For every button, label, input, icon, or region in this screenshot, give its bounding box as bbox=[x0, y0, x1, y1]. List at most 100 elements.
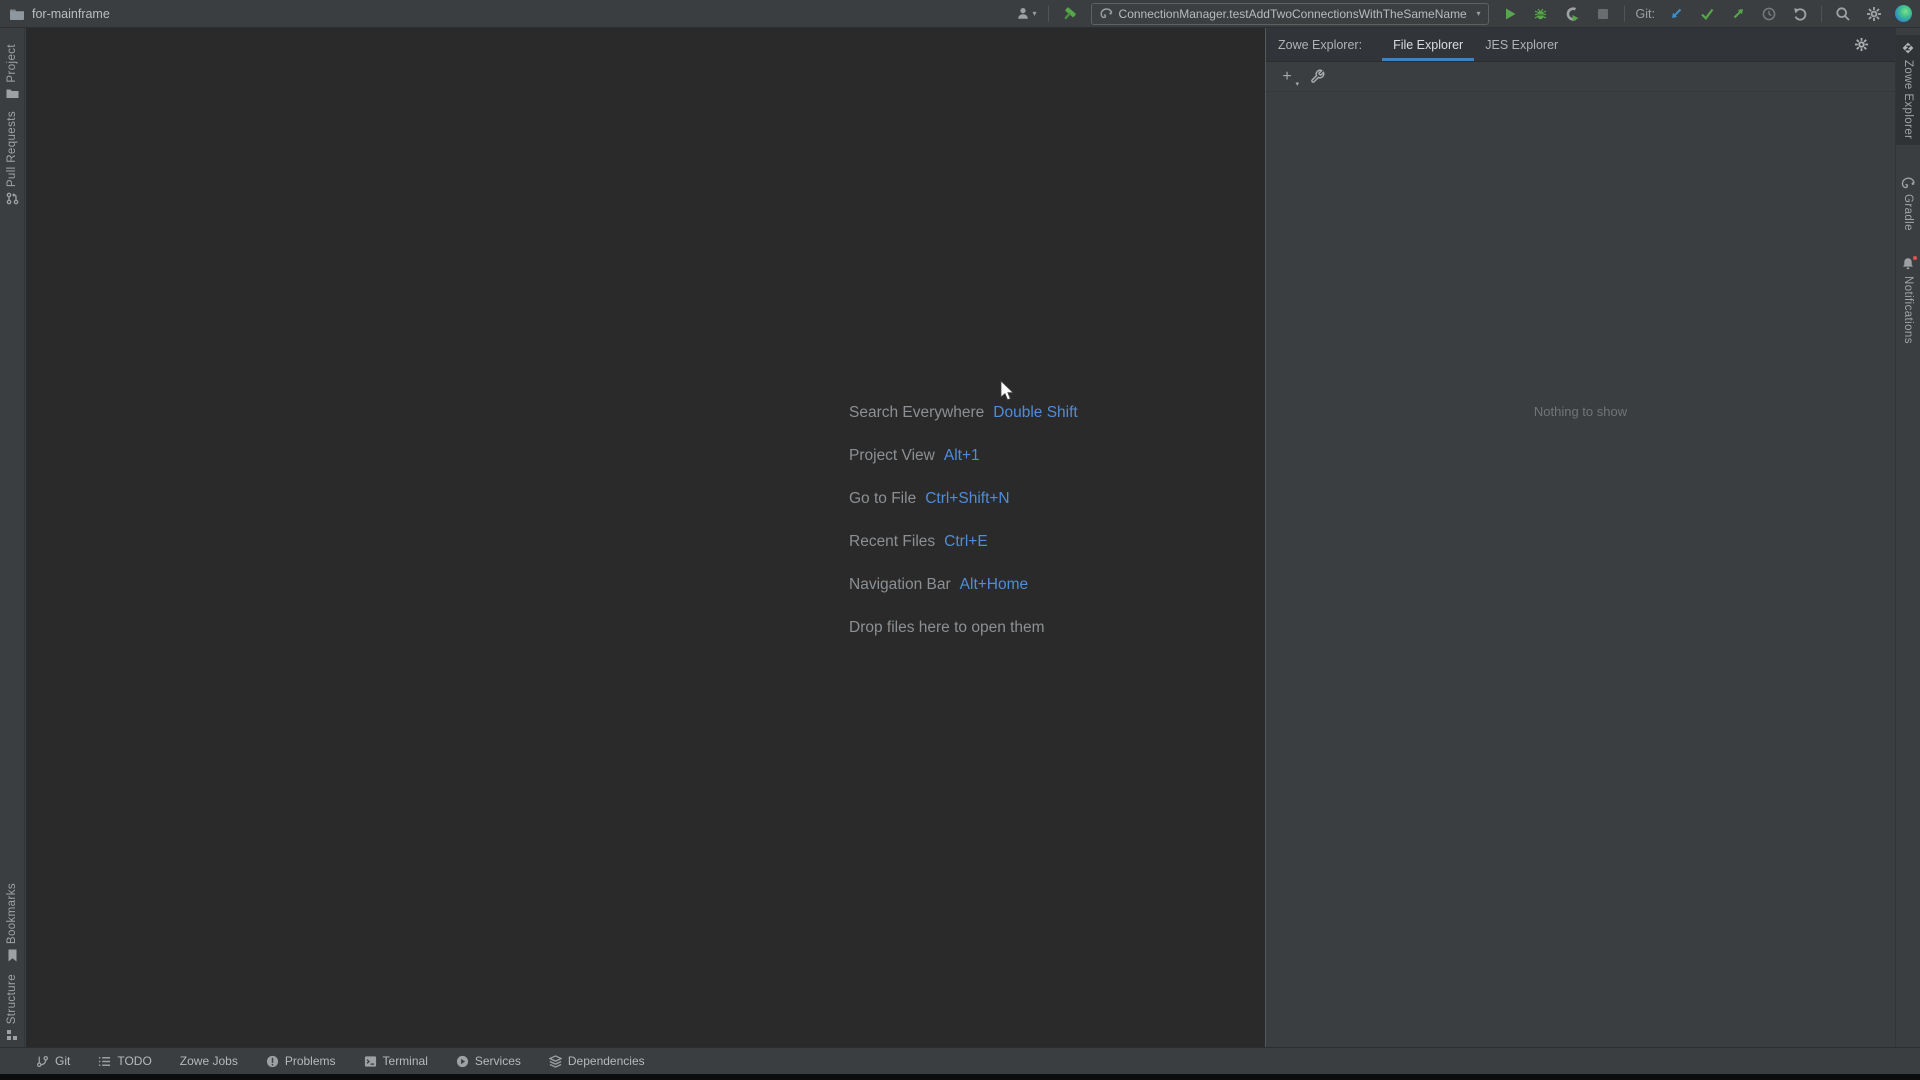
hint-row: Search Everywhere Double Shift bbox=[849, 391, 1078, 434]
sidebar-item-zowe-explorer[interactable]: Zowe Explorer bbox=[1895, 35, 1920, 146]
hint-label: Search Everywhere bbox=[849, 403, 985, 421]
sidebar-item-notifications[interactable]: Notifications bbox=[1896, 251, 1920, 350]
shortcut-hints: Search Everywhere Double Shift Project V… bbox=[849, 391, 1078, 649]
search-everywhere-icon[interactable] bbox=[1833, 4, 1853, 24]
run-configuration-select[interactable]: ConnectionManager.testAddTwoConnectionsW… bbox=[1090, 2, 1489, 25]
run-coverage-button[interactable] bbox=[1562, 4, 1582, 24]
hint-row: Recent Files Ctrl+E bbox=[849, 520, 1078, 563]
hint-label: Project View bbox=[849, 446, 935, 464]
hint-shortcut: Ctrl+Shift+N bbox=[925, 489, 1010, 507]
bookmarks-stripe-label: Bookmarks bbox=[6, 882, 18, 944]
user-icon bbox=[1017, 8, 1028, 19]
structure-stripe-label: Structure bbox=[6, 973, 18, 1024]
panel-toolbar: + ▾ bbox=[1266, 62, 1895, 92]
statusbar-item-services[interactable]: Services bbox=[442, 1048, 535, 1074]
hint-shortcut: Alt+Home bbox=[959, 575, 1029, 593]
wrench-settings-icon[interactable] bbox=[1310, 69, 1325, 84]
build-hammer-icon[interactable] bbox=[1060, 4, 1080, 24]
toolbar-separator bbox=[1623, 5, 1625, 22]
bookmark-icon bbox=[8, 949, 16, 962]
debug-button[interactable] bbox=[1531, 4, 1551, 24]
mouse-cursor bbox=[1000, 380, 1015, 403]
git-branch-icon bbox=[36, 1055, 49, 1067]
sidebar-item-bookmarks[interactable]: Bookmarks bbox=[0, 877, 25, 968]
hint-label: Recent Files bbox=[849, 532, 936, 550]
toolbar-separator bbox=[1047, 5, 1049, 22]
sidebar-item-pull-requests[interactable]: Pull Requests bbox=[0, 105, 25, 211]
panel-header: Zowe Explorer: File Explorer JES Explore… bbox=[1266, 28, 1895, 62]
add-connection-button[interactable]: + ▾ bbox=[1279, 67, 1299, 88]
statusbar-label: Terminal bbox=[382, 1054, 428, 1068]
statusbar-item-problems[interactable]: Problems bbox=[252, 1048, 350, 1074]
tab-jes-explorer[interactable]: JES Explorer bbox=[1474, 28, 1569, 61]
hint-shortcut: Alt+1 bbox=[943, 446, 980, 464]
statusbar-item-git[interactable]: Git bbox=[22, 1048, 84, 1074]
dependencies-icon bbox=[548, 1054, 562, 1068]
caret-down-icon: ▾ bbox=[1476, 8, 1481, 18]
project-stripe-label: Project bbox=[6, 44, 18, 83]
tab-file-explorer[interactable]: File Explorer bbox=[1382, 28, 1474, 61]
user-dropdown-button[interactable]: ▾ bbox=[1016, 4, 1037, 24]
left-tool-stripe: Project Pull Requests Bookmarks Structur… bbox=[0, 28, 25, 1047]
settings-gear-icon[interactable] bbox=[1864, 4, 1884, 24]
user-avatar-icon[interactable] bbox=[1895, 5, 1912, 22]
pull-requests-stripe-label: Pull Requests bbox=[6, 110, 18, 187]
toolbar-separator bbox=[1821, 5, 1822, 22]
structure-icon bbox=[7, 1030, 17, 1040]
tab-label: File Explorer bbox=[1393, 37, 1464, 52]
plus-icon: + bbox=[1282, 67, 1292, 85]
gradle-icon bbox=[1100, 8, 1112, 19]
statusbar-label: Services bbox=[474, 1054, 521, 1068]
sidebar-item-gradle[interactable]: Gradle bbox=[1896, 171, 1920, 237]
git-push-button[interactable] bbox=[1728, 4, 1748, 24]
todo-list-icon bbox=[99, 1056, 111, 1066]
hint-row: Project View Alt+1 bbox=[849, 434, 1078, 477]
zowe-icon bbox=[1902, 42, 1914, 54]
zowe-explorer-panel: Zowe Explorer: File Explorer JES Explore… bbox=[1265, 28, 1895, 1047]
panel-gear-icon[interactable] bbox=[1854, 37, 1869, 52]
editor-area[interactable]: Search Everywhere Double Shift Project V… bbox=[26, 28, 1265, 1047]
main-toolbar: for-mainframe ▾ ConnectionManager.testAd… bbox=[0, 0, 1920, 28]
notifications-stripe-label: Notifications bbox=[1902, 276, 1914, 345]
empty-state-text: Nothing to show bbox=[1533, 404, 1628, 419]
problems-icon bbox=[266, 1055, 278, 1067]
panel-title: Zowe Explorer: bbox=[1278, 37, 1363, 52]
tab-label: JES Explorer bbox=[1485, 37, 1559, 52]
drop-files-hint: Drop files here to open them bbox=[849, 618, 1045, 636]
hint-label: Navigation Bar bbox=[849, 575, 951, 593]
gradle-stripe-label: Gradle bbox=[1902, 194, 1914, 232]
statusbar-item-dependencies[interactable]: Dependencies bbox=[535, 1048, 659, 1074]
hint-row: Go to File Ctrl+Shift+N bbox=[849, 477, 1078, 520]
statusbar-label: Dependencies bbox=[567, 1054, 645, 1068]
rollback-button[interactable] bbox=[1790, 4, 1810, 24]
notifications-bell-icon bbox=[1901, 255, 1918, 271]
git-label: Git: bbox=[1635, 6, 1655, 21]
statusbar-item-todo[interactable]: TODO bbox=[84, 1048, 165, 1074]
sidebar-item-project[interactable]: Project bbox=[0, 38, 25, 105]
statusbar-label: TODO bbox=[117, 1054, 152, 1068]
hint-shortcut: Ctrl+E bbox=[944, 532, 988, 550]
git-update-button[interactable] bbox=[1666, 4, 1686, 24]
right-tool-stripe: Zowe Explorer Gradle Notifications bbox=[1895, 28, 1920, 1047]
history-button bbox=[1759, 4, 1779, 24]
hint-label: Go to File bbox=[849, 489, 917, 507]
statusbar-label: Git bbox=[55, 1054, 71, 1068]
project-folder-icon bbox=[9, 7, 25, 21]
sidebar-item-structure[interactable]: Structure bbox=[0, 968, 25, 1047]
hint-row: Navigation Bar Alt+Home bbox=[849, 563, 1078, 606]
stop-button bbox=[1593, 4, 1613, 24]
git-commit-button[interactable] bbox=[1697, 4, 1717, 24]
status-bar: Git TODO Zowe Jobs Problems Terminal Ser… bbox=[0, 1047, 1920, 1074]
statusbar-item-terminal[interactable]: Terminal bbox=[350, 1048, 442, 1074]
statusbar-item-zowe-jobs[interactable]: Zowe Jobs bbox=[166, 1048, 252, 1074]
folder-icon bbox=[6, 89, 18, 98]
hint-shortcut: Double Shift bbox=[993, 403, 1078, 421]
ide-window: for-mainframe ▾ ConnectionManager.testAd… bbox=[0, 0, 1920, 1080]
statusbar-label: Problems bbox=[284, 1054, 336, 1068]
run-button[interactable] bbox=[1500, 4, 1520, 24]
window-title: for-mainframe bbox=[32, 6, 110, 21]
pull-request-icon bbox=[6, 192, 18, 205]
caret-down-icon: ▾ bbox=[1032, 8, 1037, 18]
run-configuration-value: ConnectionManager.testAddTwoConnectionsW… bbox=[1118, 6, 1467, 21]
zowe-explorer-stripe-label: Zowe Explorer bbox=[1902, 60, 1914, 140]
